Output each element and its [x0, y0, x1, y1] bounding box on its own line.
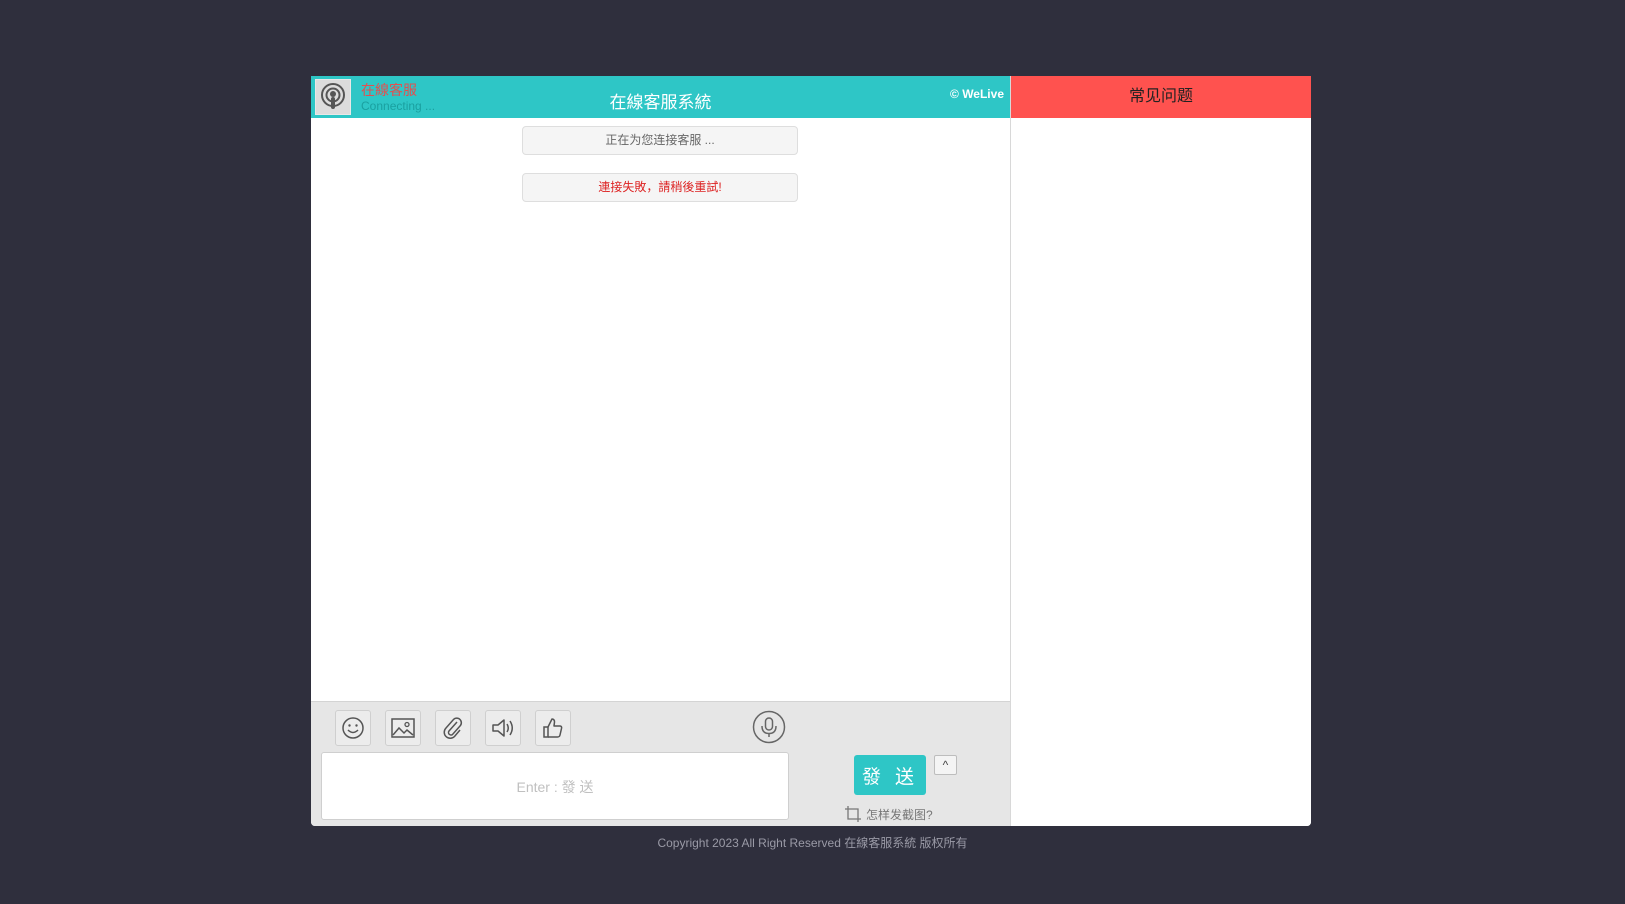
copyright-footer: Copyright 2023 All Right Reserved 在線客服系統…: [657, 836, 968, 850]
send-options-toggle[interactable]: ^: [934, 755, 957, 775]
send-button[interactable]: 發 送: [854, 755, 926, 795]
system-message-error: 連接失敗，請稍後重試!: [522, 173, 798, 202]
faq-panel: 常见问题: [1011, 76, 1311, 826]
faq-title: 常见问题: [1011, 76, 1311, 118]
paperclip-icon: [443, 717, 463, 739]
rate-service-button[interactable]: [535, 710, 571, 746]
screenshot-help-link[interactable]: 怎样发截图?: [844, 805, 933, 823]
chat-panel: 在線客服 Connecting ... 在線客服系統 © WeLive 正在为您…: [311, 76, 1011, 826]
composer: 發 送 ^ 怎样发截图?: [311, 701, 1010, 826]
attach-file-button[interactable]: [435, 710, 471, 746]
microphone-icon: [752, 710, 786, 744]
sound-toggle-button[interactable]: [485, 710, 521, 746]
brand-credit[interactable]: © WeLive: [950, 87, 1004, 101]
message-list[interactable]: 正在为您连接客服 ... 連接失敗，請稍後重試!: [311, 118, 1010, 701]
image-button[interactable]: [385, 710, 421, 746]
speaker-icon: [492, 719, 513, 737]
crop-icon: [845, 806, 861, 822]
voice-input-button[interactable]: [752, 710, 786, 744]
chat-title: 在線客服系統: [609, 93, 712, 112]
emoji-button[interactable]: [335, 710, 371, 746]
message-input[interactable]: [321, 752, 789, 820]
chat-header: 在線客服 Connecting ... 在線客服系統 © WeLive: [311, 76, 1010, 118]
smile-icon: [342, 717, 364, 739]
image-icon: [391, 718, 415, 738]
system-message-connecting: 正在为您连接客服 ...: [522, 126, 798, 155]
screenshot-help-text: 怎样发截图?: [866, 807, 933, 822]
thumbs-up-icon: [543, 718, 563, 738]
chat-window: 在線客服 Connecting ... 在線客服系統 © WeLive 正在为您…: [311, 76, 1311, 826]
